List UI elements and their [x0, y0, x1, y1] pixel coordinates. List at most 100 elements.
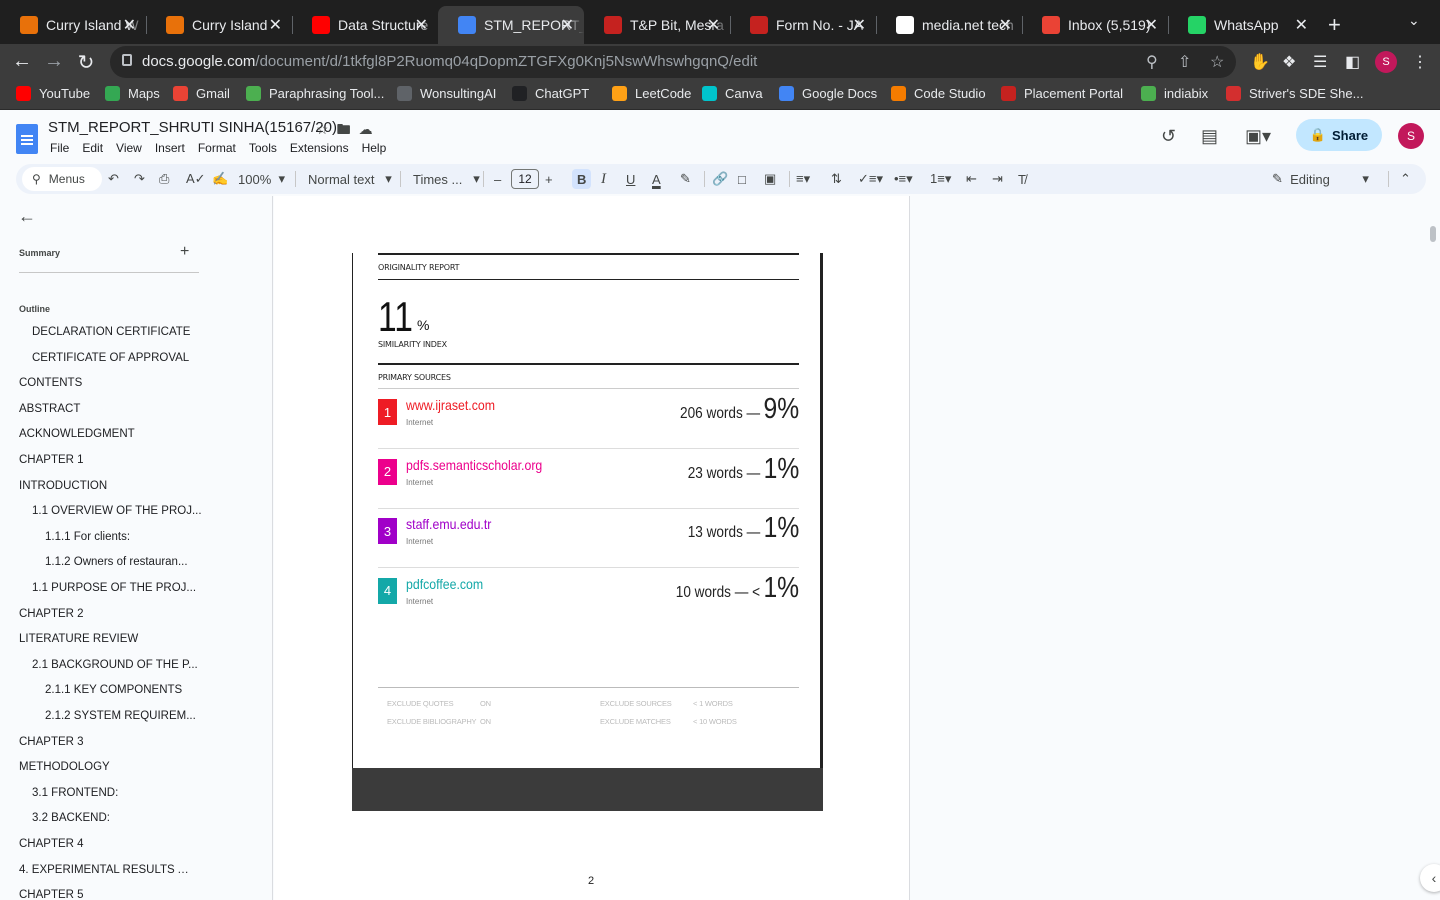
- outline-item[interactable]: 2.1.2 SYSTEM REQUIREM...: [45, 710, 215, 722]
- insert-image-icon[interactable]: ▣: [764, 169, 776, 189]
- outline-item[interactable]: 2.1.1 KEY COMPONENTS: [45, 684, 215, 696]
- browser-tab[interactable]: WhatsApp ✕: [1168, 6, 1318, 44]
- increase-indent-icon[interactable]: ⇥: [992, 169, 1003, 189]
- outline-item[interactable]: 2.1 BACKGROUND OF THE P...: [32, 659, 202, 671]
- bookmark-star-icon[interactable]: ☆: [1210, 52, 1224, 72]
- bold-button[interactable]: B: [572, 169, 592, 189]
- show-side-panel-icon[interactable]: ‹: [1420, 864, 1440, 892]
- menu-edit[interactable]: Edit: [82, 141, 103, 155]
- browser-tab[interactable]: Form No. - JA ✕: [730, 6, 876, 44]
- outline-item[interactable]: METHODOLOGY: [19, 761, 189, 773]
- bulleted-list-icon[interactable]: •≡▾: [894, 169, 913, 189]
- editing-mode-select[interactable]: ✎ Editing ▾: [1272, 169, 1369, 189]
- zoom-select[interactable]: 100% ▾: [238, 169, 285, 189]
- align-icon[interactable]: ≡▾: [796, 169, 810, 189]
- docs-account-avatar[interactable]: S: [1398, 123, 1424, 149]
- bookmark-item[interactable]: YouTube: [16, 86, 90, 101]
- outline-item[interactable]: CONTENTS: [19, 377, 189, 389]
- browser-tab[interactable]: Curry Island W ✕: [0, 6, 146, 44]
- bookmark-item[interactable]: Maps: [105, 86, 160, 101]
- side-panel-icon[interactable]: ◧: [1345, 52, 1360, 72]
- forward-icon[interactable]: →: [42, 50, 66, 73]
- browser-tab[interactable]: T&P Bit, Mesra ✕: [584, 6, 730, 44]
- source-link[interactable]: pdfcoffee.com: [406, 576, 483, 592]
- browser-tab[interactable]: Curry Island ✕: [146, 6, 292, 44]
- bookmark-item[interactable]: Canva: [702, 86, 763, 101]
- print-icon[interactable]: ⎙: [159, 169, 169, 189]
- bookmark-item[interactable]: WonsultingAI: [397, 86, 496, 101]
- close-tab-icon[interactable]: ✕: [853, 15, 866, 35]
- chrome-profile-avatar[interactable]: S: [1375, 51, 1397, 73]
- decrease-font-icon[interactable]: –: [494, 169, 501, 189]
- close-tab-icon[interactable]: ✕: [269, 15, 282, 35]
- add-summary-button[interactable]: +: [180, 243, 189, 261]
- outline-item[interactable]: 1.1 OVERVIEW OF THE PROJ...: [32, 505, 202, 517]
- star-icon[interactable]: ☆: [316, 121, 337, 137]
- menu-format[interactable]: Format: [198, 141, 236, 155]
- underline-button[interactable]: U: [626, 169, 635, 189]
- outline-item[interactable]: CHAPTER 5: [19, 889, 189, 900]
- numbered-list-icon[interactable]: 1≡▾: [930, 169, 951, 189]
- new-tab-button[interactable]: +: [1328, 12, 1341, 38]
- close-tab-icon[interactable]: ✕: [1295, 15, 1308, 35]
- move-folder-icon[interactable]: 🖿: [337, 121, 359, 137]
- browser-tab[interactable]: Data Structure ✕: [292, 6, 438, 44]
- outline-item[interactable]: CHAPTER 2: [19, 608, 189, 620]
- source-link[interactable]: pdfs.semanticscholar.org: [406, 457, 542, 473]
- highlight-icon[interactable]: ✎: [680, 169, 691, 189]
- outline-item[interactable]: ACKNOWLEDGMENT: [19, 428, 189, 440]
- outline-item[interactable]: 1.1 PURPOSE OF THE PROJ...: [32, 582, 202, 594]
- browser-tab[interactable]: media.net tech ✕: [876, 6, 1022, 44]
- outline-item[interactable]: 3.2 BACKEND:: [32, 812, 202, 824]
- adblock-extension-icon[interactable]: ✋: [1250, 52, 1270, 72]
- decrease-indent-icon[interactable]: ⇤: [966, 169, 977, 189]
- checklist-icon[interactable]: ✓≡▾: [858, 169, 883, 189]
- omnibox[interactable]: docs.google.com/document/d/1tkfgl8P2Ruom…: [110, 46, 1236, 78]
- menu-file[interactable]: File: [50, 141, 69, 155]
- undo-icon[interactable]: ↶: [108, 169, 119, 189]
- scrollbar-thumb[interactable]: [1430, 226, 1436, 242]
- menu-insert[interactable]: Insert: [155, 141, 185, 155]
- url-text[interactable]: docs.google.com/document/d/1tkfgl8P2Ruom…: [142, 53, 757, 70]
- browser-tab[interactable]: Inbox (5,519) ✕: [1022, 6, 1168, 44]
- outline-item[interactable]: CERTIFICATE OF APPROVAL: [32, 352, 202, 364]
- outline-item[interactable]: INTRODUCTION: [19, 480, 189, 492]
- reload-icon[interactable]: ↻: [74, 50, 98, 75]
- redo-icon[interactable]: ↷: [134, 169, 145, 189]
- line-spacing-icon[interactable]: ⇅: [831, 169, 842, 189]
- bookmark-item[interactable]: LeetCode: [612, 86, 691, 101]
- bookmark-item[interactable]: indiabix: [1141, 86, 1208, 101]
- font-size-input[interactable]: 12: [511, 169, 539, 189]
- add-comment-icon[interactable]: □: [738, 169, 746, 189]
- close-tab-icon[interactable]: ✕: [123, 15, 136, 35]
- comments-icon[interactable]: ▤: [1201, 126, 1218, 147]
- menu-view[interactable]: View: [116, 141, 142, 155]
- search-menus[interactable]: ⚲ Menus: [22, 167, 102, 191]
- bookmark-item[interactable]: Code Studio: [891, 86, 986, 101]
- link-icon[interactable]: 🔗: [712, 169, 728, 189]
- meet-icon[interactable]: ▣▾: [1245, 126, 1271, 147]
- close-tab-icon[interactable]: ✕: [561, 15, 574, 35]
- hide-menus-icon[interactable]: ⌃: [1400, 169, 1411, 189]
- paint-format-icon[interactable]: ✍: [212, 169, 228, 189]
- browser-tab[interactable]: STM_REPORT_ ✕: [438, 6, 584, 44]
- bookmark-item[interactable]: ChatGPT: [512, 86, 589, 101]
- source-link[interactable]: staff.emu.edu.tr: [406, 516, 491, 532]
- outline-item[interactable]: LITERATURE REVIEW: [19, 633, 189, 645]
- outline-item[interactable]: DECLARATION CERTIFICATE: [32, 326, 202, 338]
- document-title[interactable]: STM_REPORT_SHRUTI SINHA(15167/20): [48, 119, 337, 136]
- style-select[interactable]: Normal text ▾: [308, 169, 392, 189]
- source-link[interactable]: www.ijraset.com: [406, 397, 495, 413]
- share-page-icon[interactable]: ⇧: [1178, 52, 1191, 72]
- zoom-icon[interactable]: ⚲: [1146, 52, 1158, 72]
- chrome-menu-icon[interactable]: ⋮: [1412, 52, 1428, 72]
- close-tab-icon[interactable]: ✕: [1145, 15, 1158, 35]
- menu-tools[interactable]: Tools: [249, 141, 277, 155]
- bookmark-item[interactable]: Placement Portal: [1001, 86, 1123, 101]
- back-icon[interactable]: ←: [10, 50, 34, 73]
- outline-item[interactable]: ABSTRACT: [19, 403, 189, 415]
- cloud-status-icon[interactable]: ☁: [359, 121, 381, 137]
- close-outline-icon[interactable]: ←: [18, 206, 36, 227]
- version-history-icon[interactable]: ↺: [1161, 126, 1176, 147]
- outline-item[interactable]: CHAPTER 3: [19, 736, 189, 748]
